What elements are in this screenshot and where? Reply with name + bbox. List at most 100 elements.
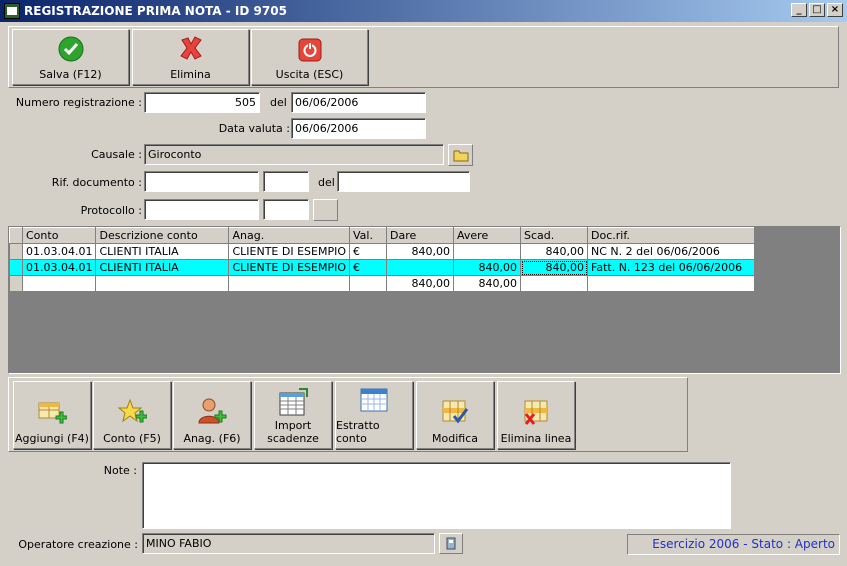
- table-cell[interactable]: CLIENTE DI ESEMPIO: [228, 259, 351, 276]
- protocollo-label: Protocollo :: [80, 204, 142, 217]
- protocollo-button[interactable]: [313, 199, 338, 221]
- anag-label: Anag. (F6): [183, 432, 241, 445]
- window-controls: _ □ ×: [789, 3, 843, 17]
- save-button[interactable]: Salva (F12): [12, 29, 129, 85]
- totals-row: 840,00 840,00: [9, 275, 756, 292]
- table-cell: [95, 275, 230, 292]
- column-header[interactable]: Descrizione conto: [95, 227, 230, 244]
- table-cell[interactable]: NC N. 2 del 06/06/2006: [587, 243, 756, 260]
- causale-field[interactable]: Giroconto: [144, 144, 444, 165]
- device-icon: [446, 537, 456, 550]
- column-header[interactable]: Scad.: [520, 227, 589, 244]
- table-cell[interactable]: 840,00: [453, 259, 522, 276]
- add-line-label: Aggiungi (F4): [15, 432, 89, 445]
- entries-table: Conto Descrizione conto Anag. Val. Dare …: [9, 227, 756, 292]
- conto-button[interactable]: Conto (F5): [93, 381, 171, 449]
- import-label-line1: Import: [274, 419, 312, 432]
- edit-row-icon: [442, 400, 469, 424]
- column-header[interactable]: Dare: [386, 227, 455, 244]
- minimize-button[interactable]: _: [791, 3, 807, 17]
- protocollo-extra-field[interactable]: [263, 199, 309, 220]
- save-label: Salva (F12): [39, 68, 102, 81]
- status-bar: Esercizio 2006 - Stato : Aperto: [627, 534, 840, 555]
- row-indicator[interactable]: [9, 259, 23, 276]
- column-header[interactable]: Val.: [349, 227, 388, 244]
- operatore-field[interactable]: MINO FABIO: [142, 533, 435, 554]
- modifica-button[interactable]: Modifica: [416, 381, 494, 449]
- title-bar[interactable]: REGISTRAZIONE PRIMA NOTA - ID 9705 _ □ ×: [0, 0, 847, 22]
- rif-documento-date-field[interactable]: [337, 171, 470, 192]
- table-cell[interactable]: CLIENTE DI ESEMPIO: [228, 243, 351, 260]
- numero-label: Numero registrazione :: [15, 96, 142, 109]
- note-label: Note :: [103, 464, 137, 477]
- elimina-linea-label: Elimina linea: [500, 432, 572, 445]
- user-add-icon: [198, 398, 227, 424]
- del-date-field[interactable]: 06/06/2006: [291, 92, 426, 113]
- table-row[interactable]: 01.03.04.01 CLIENTI ITALIA CLIENTE DI ES…: [9, 243, 756, 260]
- table-cell[interactable]: €: [349, 259, 388, 276]
- table-cell[interactable]: CLIENTI ITALIA: [95, 259, 230, 276]
- table-cell[interactable]: Fatt. N. 123 del 06/06/2006: [587, 259, 756, 276]
- delete-row-icon: [524, 400, 548, 425]
- operatore-lookup-button[interactable]: [439, 533, 463, 554]
- add-row-icon: [38, 402, 67, 424]
- restore-button[interactable]: □: [809, 3, 825, 17]
- table-cell: [587, 275, 756, 292]
- table-cell[interactable]: CLIENTI ITALIA: [95, 243, 230, 260]
- close-button[interactable]: ×: [827, 3, 843, 17]
- calendar-icon: [360, 388, 388, 412]
- table-cell: [520, 275, 589, 292]
- table-header-row: Conto Descrizione conto Anag. Val. Dare …: [9, 227, 756, 244]
- rif-documento-extra-field[interactable]: [263, 171, 309, 192]
- note-textarea[interactable]: [142, 462, 731, 529]
- table-cell[interactable]: [453, 243, 522, 260]
- app-icon: [4, 3, 20, 19]
- anag-button[interactable]: Anag. (F6): [173, 381, 251, 449]
- table-cell[interactable]: 01.03.04.01: [21, 259, 97, 276]
- valuta-date-field[interactable]: 06/06/2006: [291, 118, 426, 139]
- power-icon: [298, 38, 321, 62]
- table-cell[interactable]: 840,00: [386, 243, 455, 260]
- exit-label: Uscita (ESC): [275, 68, 344, 81]
- delete-button[interactable]: Elimina: [132, 29, 249, 85]
- table-cell: [21, 275, 97, 292]
- table-row-selected[interactable]: 01.03.04.01 CLIENTI ITALIA CLIENTE DI ES…: [9, 259, 756, 276]
- table-cell[interactable]: 01.03.04.01: [21, 243, 97, 260]
- operatore-label: Operatore creazione :: [18, 538, 138, 551]
- column-header[interactable]: Anag.: [228, 227, 351, 244]
- table-cell-focused[interactable]: 840,00: [520, 259, 589, 276]
- rif-documento-label: Rif. documento :: [51, 176, 142, 189]
- column-header[interactable]: Conto: [21, 227, 97, 244]
- add-line-button[interactable]: Aggiungi (F4): [13, 381, 91, 449]
- column-header[interactable]: Doc.rif.: [587, 227, 756, 244]
- rif-del-label: del: [318, 176, 335, 189]
- conto-label: Conto (F5): [103, 432, 161, 445]
- table-cell[interactable]: [386, 259, 455, 276]
- spreadsheet-icon: [279, 388, 308, 416]
- folder-icon: [453, 150, 468, 161]
- entries-grid[interactable]: Conto Descrizione conto Anag. Val. Dare …: [8, 226, 841, 374]
- estratto-label: Estratto conto: [336, 419, 380, 445]
- elimina-linea-button[interactable]: Elimina linea: [497, 381, 575, 449]
- table-cell[interactable]: 840,00: [520, 243, 589, 260]
- total-avere: 840,00: [453, 275, 522, 292]
- causale-label: Causale :: [91, 148, 142, 161]
- indicator-header: [9, 227, 23, 244]
- exit-button[interactable]: Uscita (ESC): [251, 29, 368, 85]
- estratto-conto-button[interactable]: Estratto conto: [335, 381, 413, 449]
- delete-label: Elimina: [170, 68, 211, 81]
- table-cell[interactable]: €: [349, 243, 388, 260]
- numero-field[interactable]: 505: [144, 92, 260, 113]
- table-cell: [228, 275, 351, 292]
- del-label: del: [270, 96, 287, 109]
- row-indicator[interactable]: [9, 243, 23, 260]
- column-header[interactable]: Avere: [453, 227, 522, 244]
- total-dare: 840,00: [386, 275, 455, 292]
- causale-lookup-button[interactable]: [448, 144, 473, 166]
- valuta-label: Data valuta :: [218, 122, 290, 135]
- protocollo-field[interactable]: [144, 199, 259, 220]
- row-indicator: [9, 275, 23, 292]
- rif-documento-field[interactable]: [144, 171, 259, 192]
- star-add-icon: [117, 398, 147, 423]
- import-scadenze-button[interactable]: Import scadenze: [254, 381, 332, 449]
